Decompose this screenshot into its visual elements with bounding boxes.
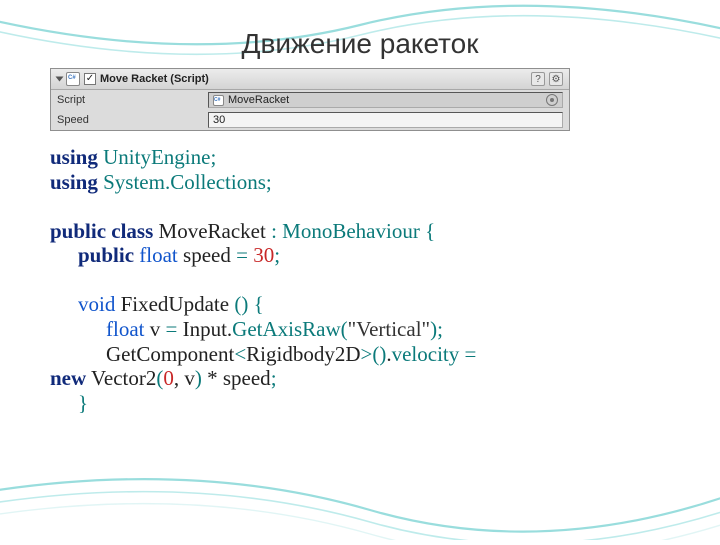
method-getaxisraw: GetAxisRaw [232,317,341,341]
literal-30: 30 [253,243,274,267]
enable-checkbox[interactable]: ✓ [84,73,96,85]
equals: = [236,243,248,267]
semicolon: ; [210,145,216,169]
ns-systemcollections: System.Collections [103,170,266,194]
inspector-row-script: Script MoveRacket [51,90,569,110]
kw-using: using [50,170,98,194]
speed-input[interactable]: 30 [208,112,563,128]
star: * [207,366,218,390]
field-speed: speed [183,243,231,267]
kw-using: using [50,145,98,169]
string-vertical: "Vertical" [348,317,430,341]
comma: , [174,366,179,390]
script-field-value: MoveRacket [228,94,289,106]
semicolon: ; [437,317,443,341]
kw-public: public [50,219,106,243]
semicolon: ; [266,170,272,194]
rparen: ) [195,366,202,390]
parens: () [372,342,386,366]
kw-float: float [139,243,177,267]
base-class: MonoBehaviour [282,219,420,243]
gt: > [361,342,373,366]
lbrace: { [425,219,435,243]
equals: = [465,342,477,366]
lbrace: { [254,292,264,316]
kw-new: new [50,366,86,390]
page-title: Движение ракеток [50,28,670,60]
kw-float: float [106,317,144,341]
var-v: v [184,366,195,390]
field-label: Speed [57,114,202,126]
class-name: MoveRacket [159,219,266,243]
parens: () [234,292,248,316]
inspector-row-speed: Speed 30 [51,110,569,130]
semicolon: ; [271,366,277,390]
lt: < [234,342,246,366]
prop-velocity: velocity [392,342,460,366]
var-speed: speed [223,366,271,390]
component-name: Move Racket (Script) [100,73,209,85]
method-fixedupdate: FixedUpdate [121,292,229,316]
script-icon [66,72,80,86]
ns-unityengine: UnityEngine [103,145,210,169]
kw-public: public [78,243,134,267]
var-v: v [150,317,161,341]
help-icon[interactable]: ? [531,72,545,86]
literal-0: 0 [163,366,174,390]
object-picker-icon[interactable] [546,94,558,106]
kw-class: class [111,219,153,243]
method-getcomponent: GetComponent [106,342,234,366]
colon: : [271,219,277,243]
check-icon: ✓ [86,74,94,84]
inspector-header[interactable]: ✓ Move Racket (Script) ? ⚙ [51,69,569,90]
type-rigidbody2d: Rigidbody2D [246,342,360,366]
type-vector2: Vector2 [91,366,156,390]
field-label: Script [57,94,202,106]
kw-void: void [78,292,115,316]
semicolon: ; [274,243,280,267]
inspector-panel: ✓ Move Racket (Script) ? ⚙ Script MoveRa… [50,68,570,131]
equals: = [165,317,177,341]
script-object-field[interactable]: MoveRacket [208,92,563,108]
script-asset-icon [213,95,224,106]
lparen: ( [341,317,348,341]
class-input: Input [183,317,227,341]
code-block: using UnityEngine; using System.Collecti… [50,145,670,416]
collapse-arrow-icon[interactable] [56,77,64,82]
speed-field-value: 30 [213,114,225,126]
rbrace: } [78,391,88,415]
gear-icon[interactable]: ⚙ [549,72,563,86]
